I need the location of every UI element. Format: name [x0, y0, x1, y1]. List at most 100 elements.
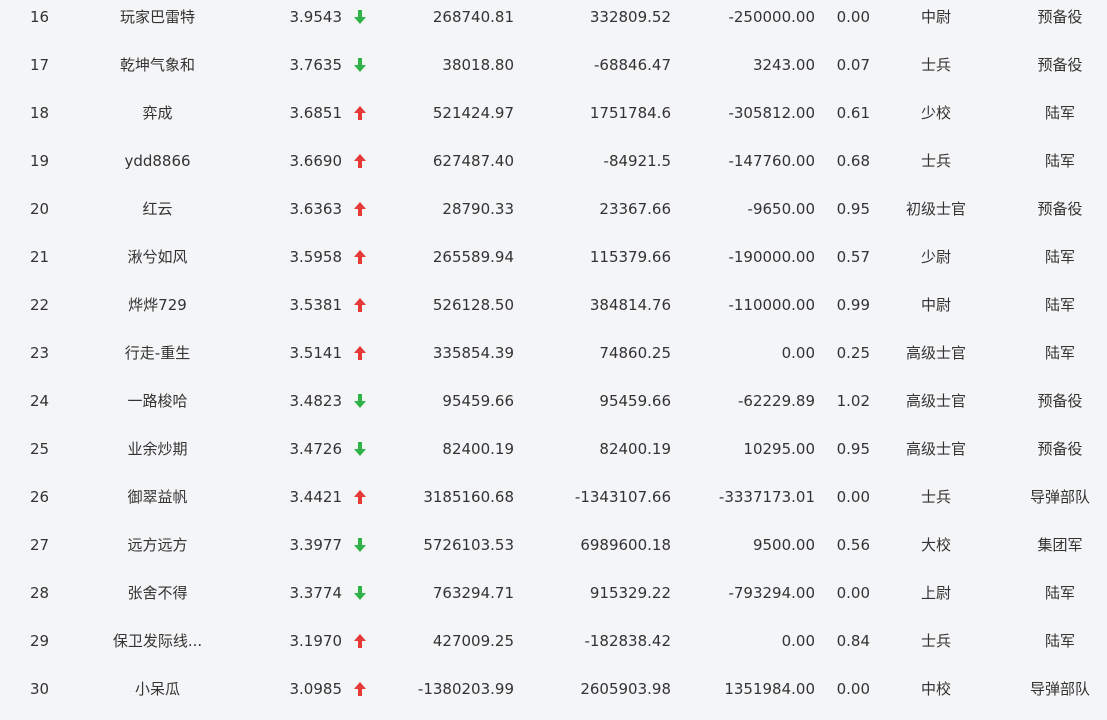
player-name[interactable]: 湫兮如风	[75, 240, 240, 274]
unit-name: 陆军	[1044, 248, 1075, 266]
unit-name: 陆军	[1044, 344, 1075, 362]
rank-number: 23	[30, 344, 50, 362]
ratio-value: 0.95	[836, 200, 870, 218]
player-name[interactable]: 小呆瓜	[75, 672, 240, 706]
ratio-value: 0.61	[836, 104, 870, 122]
value-1: 268740.81	[432, 8, 514, 26]
table-row[interactable]: 23 行走-重生 3.5141 335854.39 74860.25 0.00 0.25 高…	[0, 336, 1107, 384]
score-value: 3.6690	[289, 152, 343, 170]
ratio-value: 0.84	[836, 632, 870, 650]
rank-title: 士兵	[920, 152, 951, 170]
table-row[interactable]: 30 小呆瓜 3.0985 -1380203.99 2605903.98 1351984…	[0, 672, 1107, 720]
arrow-down-icon	[350, 432, 370, 466]
value-1: 82400.19	[442, 440, 514, 458]
score-value: 3.1970	[289, 632, 343, 650]
value-1: 95459.66	[442, 392, 514, 410]
unit-name: 预备役	[1037, 392, 1083, 410]
player-name[interactable]: 烨烨729	[75, 288, 240, 322]
ratio-value: 1.02	[836, 392, 870, 410]
value-1: 3185160.68	[423, 488, 514, 506]
value-2: 332809.52	[589, 8, 671, 26]
value-1: 627487.40	[432, 152, 514, 170]
score-value: 3.3977	[289, 536, 343, 554]
value-2: 2605903.98	[580, 680, 671, 698]
value-3: 0.00	[781, 344, 815, 362]
table-row[interactable]: 24 一路梭哈 3.4823 95459.66 95459.66 -62229.89 1.…	[0, 384, 1107, 432]
unit-name: 陆军	[1044, 632, 1075, 650]
value-3: 9500.00	[752, 536, 815, 554]
table-row[interactable]: 19 ydd8866 3.6690 627487.40 -84921.5 -147760…	[0, 144, 1107, 192]
unit-name: 陆军	[1044, 584, 1075, 602]
value-2: -68846.47	[594, 56, 671, 74]
value-2: 74860.25	[599, 344, 671, 362]
rank-number: 16	[30, 8, 50, 26]
player-name[interactable]: 御翠益帆	[75, 480, 240, 514]
player-name[interactable]: 弈成	[75, 96, 240, 130]
player-name[interactable]: 远方远方	[75, 528, 240, 562]
table-row[interactable]: 29 保卫发际线... 3.1970 427009.25 -182838.42 0.00…	[0, 624, 1107, 672]
table-row[interactable]: 20 红云 3.6363 28790.33 23367.66 -9650.00 0.95 初…	[0, 192, 1107, 240]
player-name[interactable]: 保卫发际线...	[75, 624, 240, 658]
player-name[interactable]: 红云	[75, 192, 240, 226]
table-row[interactable]: 28 张舍不得 3.3774 763294.71 915329.22 -793294.0…	[0, 576, 1107, 624]
table-row[interactable]: 16 玩家巴雷特 3.9543 268740.81 332809.52 -250000.…	[0, 0, 1107, 48]
value-3: -305812.00	[728, 104, 815, 122]
value-2: 95459.66	[599, 392, 671, 410]
ratio-value: 0.00	[836, 488, 870, 506]
value-1: 427009.25	[432, 632, 514, 650]
player-name[interactable]: 行走-重生	[75, 336, 240, 370]
rank-title: 士兵	[920, 488, 951, 506]
rank-number: 29	[30, 632, 50, 650]
player-name[interactable]: 一路梭哈	[75, 384, 240, 418]
table-row[interactable]: 21 湫兮如风 3.5958 265589.94 115379.66 -190000.0…	[0, 240, 1107, 288]
rank-title: 中尉	[920, 296, 951, 314]
table-row[interactable]: 25 业余炒期 3.4726 82400.19 82400.19 10295.00 0.9…	[0, 432, 1107, 480]
arrow-down-icon	[350, 384, 370, 418]
rank-number: 20	[30, 200, 50, 218]
arrow-down-icon	[350, 0, 370, 34]
value-2: 1751784.6	[589, 104, 671, 122]
rank-number: 18	[30, 104, 50, 122]
rank-number: 25	[30, 440, 50, 458]
table-row[interactable]: 18 弈成 3.6851 521424.97 1751784.6 -305812.00 0…	[0, 96, 1107, 144]
ratio-value: 0.00	[836, 8, 870, 26]
value-3: -190000.00	[728, 248, 815, 266]
table-row[interactable]: 22 烨烨729 3.5381 526128.50 384814.76 -110000.…	[0, 288, 1107, 336]
score-value: 3.4421	[289, 488, 343, 506]
rank-title: 高级士官	[905, 440, 966, 458]
table-row[interactable]: 17 乾坤气象和 3.7635 38018.80 -68846.47 3243.00 0.…	[0, 48, 1107, 96]
value-1: 763294.71	[432, 584, 514, 602]
value-3: -147760.00	[728, 152, 815, 170]
rank-number: 27	[30, 536, 50, 554]
unit-name: 陆军	[1044, 152, 1075, 170]
unit-name: 陆军	[1044, 296, 1075, 314]
player-name[interactable]: 张舍不得	[75, 576, 240, 610]
value-2: 82400.19	[599, 440, 671, 458]
value-3: -793294.00	[728, 584, 815, 602]
value-1: 28790.33	[442, 200, 514, 218]
score-value: 3.5381	[289, 296, 343, 314]
rank-title: 少尉	[920, 248, 951, 266]
unit-name: 预备役	[1037, 56, 1083, 74]
value-1: 521424.97	[432, 104, 514, 122]
rank-number: 19	[30, 152, 50, 170]
rank-title: 高级士官	[905, 344, 966, 362]
rank-number: 17	[30, 56, 50, 74]
score-value: 3.3774	[289, 584, 343, 602]
player-name[interactable]: 乾坤气象和	[75, 48, 240, 82]
rank-number: 21	[30, 248, 50, 266]
arrow-up-icon	[350, 96, 370, 130]
score-value: 3.0985	[289, 680, 343, 698]
value-1: 5726103.53	[423, 536, 514, 554]
value-3: 0.00	[781, 632, 815, 650]
player-name[interactable]: 玩家巴雷特	[75, 0, 240, 34]
rank-number: 26	[30, 488, 50, 506]
ratio-value: 0.00	[836, 680, 870, 698]
value-1: 526128.50	[432, 296, 514, 314]
ratio-value: 0.56	[836, 536, 870, 554]
table-row[interactable]: 26 御翠益帆 3.4421 3185160.68 -1343107.66 -33371…	[0, 480, 1107, 528]
table-row[interactable]: 27 远方远方 3.3977 5726103.53 6989600.18 9500.00…	[0, 528, 1107, 576]
player-name[interactable]: ydd8866	[75, 144, 240, 178]
ratio-value: 0.95	[836, 440, 870, 458]
player-name[interactable]: 业余炒期	[75, 432, 240, 466]
